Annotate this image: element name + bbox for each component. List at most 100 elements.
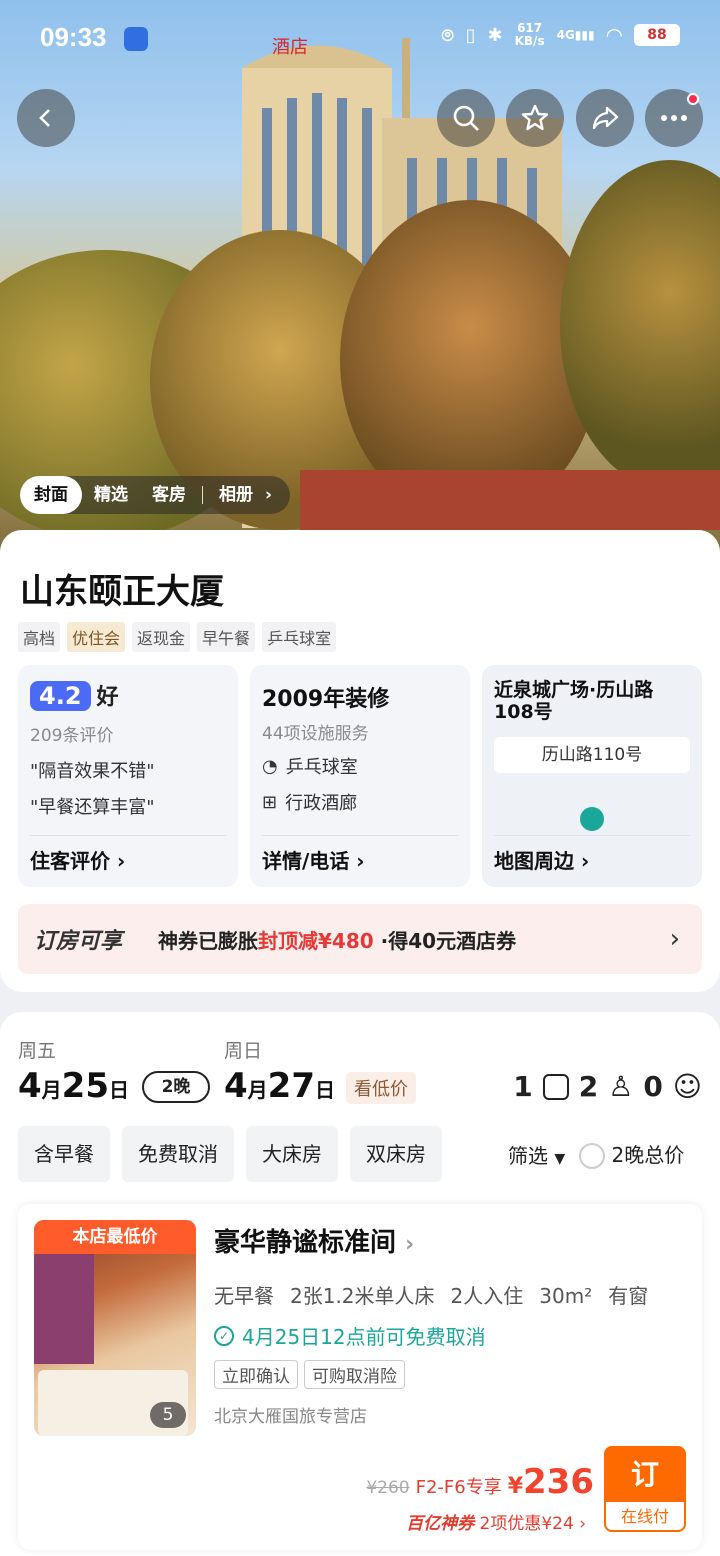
adult-count: 2 [578,1070,599,1103]
current-price: ¥236 [507,1462,594,1502]
filter-twin-bed[interactable]: 双床房 [350,1126,442,1182]
book-label: 订 [630,1458,659,1491]
total-price-toggle[interactable]: 2晚总价 [579,1139,684,1170]
location-box[interactable]: 近泉城广场·历山路108号 历山路110号 地图周边 › [482,665,702,887]
room-specs: 无早餐 2张1.2米单人床 2人入住 30m² 有窗 [214,1284,649,1308]
free-cancel-policy: ✓ 4月25日12点前可免费取消 [214,1321,486,1350]
status-time: 09:33 [40,22,107,52]
chevron-right-icon: › [405,1232,415,1257]
map-link[interactable]: 地图周边 › [494,835,690,887]
signal-icon: 4G▮▮▮ [556,28,595,42]
review-count: 209条评价 [30,726,114,746]
checkin-weekday: 周五 [18,1040,57,1062]
promo-banner[interactable]: 订房可享 神券已膨胀封顶减¥480 ·得40元酒店券 › [18,904,702,974]
member-tag: F2-F6专享 [415,1477,502,1498]
favorite-button[interactable] [506,89,564,147]
adult-icon: ♙ [608,1070,634,1103]
tag: 早午餐 [197,622,256,652]
radio-icon [579,1143,606,1170]
lowest-price-badge: 本店最低价 [34,1220,196,1254]
reviews-link[interactable]: 住客评价 › [30,835,226,887]
renovation-year: 2009年装修 [262,687,390,712]
review-score: 4.2 [30,681,91,711]
room-count: 1 [513,1070,533,1103]
review-quote: "早餐还算丰富" [30,797,155,818]
pay-online-label: 在线付 [606,1502,684,1530]
hotel-tags: 高档 优住会 返现金 早午餐 乒乓球室 [18,622,337,652]
room-wall-image [34,1254,94,1364]
location-icon: ⌾ [441,23,454,47]
map-address-label: 历山路110号 [494,737,690,773]
notification-dot [687,93,699,105]
filter-breakfast[interactable]: 含早餐 [18,1126,110,1182]
share-icon [592,106,619,130]
gallery-tab-cover[interactable]: 封面 [20,476,82,514]
caret-down-icon: ▼ [554,1150,566,1167]
room-icon [542,1073,569,1100]
room-card[interactable]: 本店最低价 5 豪华静谧标准间 › 无早餐 2张1.2米单人床 2人入住 30m² 有窗… [18,1204,702,1550]
child-count: 0 [643,1070,663,1103]
filter-controls: 筛选 ▼ 2晚总价 [508,1126,685,1182]
facilities-box[interactable]: 2009年装修 44项设施服务 ◔ 乒乓球室 ⊞ 行政酒廊 详情/电话 › [250,665,470,887]
tree-image [560,160,720,490]
chevron-right-icon: › [579,1514,586,1534]
booking-card: 周五 周日 4月25日 2晚 4月27日 看低价 1 2 ♙ 0 ☺ 含早餐 免费取… [0,1012,720,1556]
guest-selector[interactable]: 1 2 ♙ 0 ☺ [513,1070,702,1103]
chevron-right-icon: › [580,849,590,873]
image-count: 5 [150,1402,186,1428]
chevron-right-icon: › [265,485,273,505]
reviews-box[interactable]: 4.2 好 209条评价 "隔音效果不错" "早餐还算丰富" 住客评价 › [18,665,238,887]
wifi-icon: ◠ [606,23,622,47]
filter-king-bed[interactable]: 大床房 [246,1126,338,1182]
gallery-tab-rooms[interactable]: 客房 [140,476,198,514]
child-icon: ☺ [672,1070,702,1103]
chevron-right-icon: › [116,849,126,873]
gallery-tab-album[interactable]: 相册 [207,476,265,514]
tag-member: 优住会 [67,622,126,652]
details-phone-link[interactable]: 详情/电话 › [262,835,458,887]
tag: 乒乓球室 [262,622,337,652]
search-button[interactable] [437,89,495,147]
original-price: ¥260 [366,1478,410,1498]
storefront-image [300,470,720,530]
low-price-button[interactable]: 看低价 [346,1072,416,1104]
divider [202,486,203,504]
discount-info[interactable]: 百亿神券 2项优惠¥24 › [406,1509,586,1534]
filter-more-button[interactable]: 筛选 ▼ [508,1140,565,1169]
rating-word: 好 [96,685,119,710]
room-chips: 立即确认 可购取消险 [214,1360,405,1389]
location-title: 近泉城广场·历山路108号 [494,679,654,723]
seller-name: 北京大雁国旅专营店 [214,1407,367,1427]
checkout-date[interactable]: 4月27日 [224,1066,335,1106]
facility-summary: 44项设施服务 [262,724,369,744]
gallery-tab-featured[interactable]: 精选 [82,476,140,514]
more-button[interactable] [645,89,703,147]
tag: 高档 [18,622,61,652]
instant-confirm-chip: 立即确认 [214,1360,298,1389]
facility-item: ◔ 乒乓球室 [262,755,358,779]
hotel-name: 山东颐正大厦 [20,572,224,612]
map-pin-icon [580,807,604,831]
hotel-info-card: 山东颐正大厦 高档 优住会 返现金 早午餐 乒乓球室 4.2 好 209条评价 "… [0,530,720,992]
book-button[interactable]: 订 在线付 [604,1446,686,1532]
cancel-insurance-chip: 可购取消险 [304,1360,405,1389]
search-icon [453,105,479,131]
room-name[interactable]: 豪华静谧标准间 › [214,1222,414,1259]
status-bar: 09:33 ⌾ ▯ ✱ 617 KB/s 4G▮▮▮ ◠ 88 [0,0,720,76]
room-photo[interactable]: 本店最低价 5 [34,1220,196,1436]
facility-item: ⊞ 行政酒廊 [262,791,358,815]
promo-text: 神券已膨胀封顶减¥480 ·得40元酒店券 [158,928,517,953]
check-circle-icon: ✓ [214,1325,234,1346]
back-button[interactable] [17,89,75,147]
more-icon [661,115,687,121]
checkin-date[interactable]: 4月25日 [18,1066,129,1106]
promo-title: 订房可享 [34,929,123,954]
vibrate-icon: ▯ [465,24,476,46]
checkout-weekday: 周日 [224,1040,263,1062]
bluetooth-icon: ✱ [487,24,503,46]
filter-bar: 含早餐 免费取消 大床房 双床房 [18,1126,442,1182]
share-button[interactable] [576,89,634,147]
price-line: ¥260 F2-F6专享 ¥236 [366,1462,594,1502]
filter-free-cancel[interactable]: 免费取消 [122,1126,234,1182]
net-speed: 617 KB/s [514,21,545,48]
